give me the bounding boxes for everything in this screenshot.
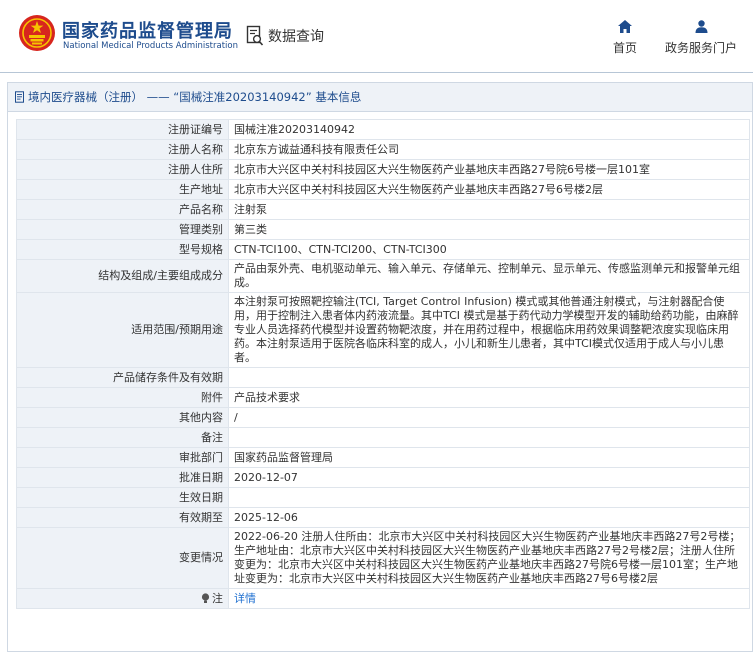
field-label: 生效日期 [16,487,229,508]
detail-panel: 境内医疗器械（注册） —— “国械注准20203140942” 基本信息 注册证… [7,82,753,652]
note-label-cell: 注 [16,588,229,609]
field-value: 北京东方诚益通科技有限责任公司 [228,139,750,160]
field-label: 其他内容 [16,407,229,428]
table-row: 注册人住所 北京市大兴区中关村科技园区大兴生物医药产业基地庆丰西路27号院6号楼… [16,159,750,180]
field-value [228,367,750,388]
table-row: 有效期至 2025-12-06 [16,507,750,528]
table-row: 附件 产品技术要求 [16,387,750,408]
field-value: 2022-06-20 注册人住所由：北京市大兴区中关村科技园区大兴生物医药产业基… [228,527,750,589]
field-value: 本注射泵可按照靶控输注(TCI, Target Control Infusion… [228,292,750,368]
field-label: 变更情况 [16,527,229,589]
org-name-en: National Medical Products Administration [63,41,238,51]
lightbulb-icon [201,593,210,603]
field-label: 附件 [16,387,229,408]
table-row: 审批部门 国家药品监督管理局 [16,447,750,468]
field-label: 备注 [16,427,229,448]
field-value: 国械注准20203140942 [228,119,750,140]
table-row: 生效日期 [16,487,750,508]
field-label: 生产地址 [16,179,229,200]
field-label: 产品名称 [16,199,229,220]
nav-service-portal[interactable]: 政务服务门户 [656,20,746,56]
table-row: 型号规格 CTN-TCI100、CTN-TCI200、CTN-TCI300 [16,239,750,260]
field-value: 第三类 [228,219,750,240]
field-value: CTN-TCI100、CTN-TCI200、CTN-TCI300 [228,239,750,260]
field-label: 结构及组成/主要组成成分 [16,259,229,293]
user-icon [695,20,707,33]
table-row: 备注 [16,427,750,448]
note-label: 注 [212,591,223,605]
field-value [228,487,750,508]
field-label: 注册人住所 [16,159,229,180]
details-link[interactable]: 详情 [234,592,256,605]
document-search-icon [246,25,264,46]
top-header: 国家药品监督管理局 National Medical Products Admi… [0,0,753,73]
nav-home-label: 首页 [612,41,637,55]
panel-header: 境内医疗器械（注册） —— “国械注准20203140942” 基本信息 [8,83,752,112]
table-row: 其他内容 / [16,407,750,428]
field-label: 型号规格 [16,239,229,260]
field-value: 注射泵 [228,199,750,220]
note-value: 详情 [228,588,750,609]
data-query-link[interactable]: 数据查询 [246,24,324,48]
field-value [228,427,750,448]
panel-title: 境内医疗器械（注册） —— “国械注准20203140942” 基本信息 [28,90,362,104]
table-row: 产品储存条件及有效期 [16,367,750,388]
table-row: 管理类别 第三类 [16,219,750,240]
data-query-label: 数据查询 [268,29,324,45]
nav-service-portal-label: 政务服务门户 [664,41,737,55]
field-value: 产品技术要求 [228,387,750,408]
table-row: 产品名称 注射泵 [16,199,750,220]
table-row: 适用范围/预期用途 本注射泵可按照靶控输注(TCI, Target Contro… [16,292,750,368]
table-row: 变更情况 2022-06-20 注册人住所由：北京市大兴区中关村科技园区大兴生物… [16,527,750,589]
field-label: 管理类别 [16,219,229,240]
table-row: 生产地址 北京市大兴区中关村科技园区大兴生物医药产业基地庆丰西路27号6号楼2层 [16,179,750,200]
field-value: 北京市大兴区中关村科技园区大兴生物医药产业基地庆丰西路27号6号楼2层 [228,179,750,200]
table-row: 注册人名称 北京东方诚益通科技有限责任公司 [16,139,750,160]
field-label: 审批部门 [16,447,229,468]
field-value: 2025-12-06 [228,507,750,528]
field-label: 适用范围/预期用途 [16,292,229,368]
home-icon [618,20,632,33]
field-label: 产品储存条件及有效期 [16,367,229,388]
field-value: 国家药品监督管理局 [228,447,750,468]
table-row: 注 详情 [16,588,750,609]
field-label: 注册人名称 [16,139,229,160]
org-name-cn: 国家药品监督管理局 [62,21,233,42]
national-emblem-icon [19,15,55,51]
field-value: 产品由泵外壳、电机驱动单元、输入单元、存储单元、控制单元、显示单元、传感监测单元… [228,259,750,293]
detail-table: 注册证编号 国械注准20203140942 注册人名称 北京东方诚益通科技有限责… [16,119,750,609]
field-value: 2020-12-07 [228,467,750,488]
field-label: 注册证编号 [16,119,229,140]
table-row: 批准日期 2020-12-07 [16,467,750,488]
field-label: 批准日期 [16,467,229,488]
document-icon [15,91,24,103]
field-label: 有效期至 [16,507,229,528]
field-value: / [228,407,750,428]
field-value: 北京市大兴区中关村科技园区大兴生物医药产业基地庆丰西路27号院6号楼一层101室 [228,159,750,180]
table-row: 注册证编号 国械注准20203140942 [16,119,750,140]
table-row: 结构及组成/主要组成成分 产品由泵外壳、电机驱动单元、输入单元、存储单元、控制单… [16,259,750,293]
